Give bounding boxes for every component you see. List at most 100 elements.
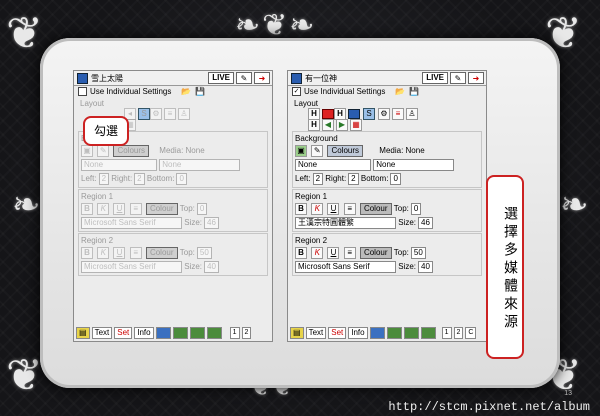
- live-button[interactable]: LIVE: [422, 72, 448, 84]
- colours-button[interactable]: Colours: [327, 145, 364, 157]
- bold-button[interactable]: B: [295, 247, 307, 260]
- slide-icon[interactable]: [189, 327, 205, 339]
- person-icon[interactable]: ♙: [406, 107, 418, 120]
- region2-heading: Region 2: [295, 236, 328, 246]
- bottom-margin-input[interactable]: 0: [390, 173, 401, 185]
- text-tab[interactable]: Text: [305, 327, 327, 339]
- up-arrow-icon[interactable]: [369, 327, 385, 339]
- left-arrow-icon[interactable]: ◀: [322, 118, 334, 131]
- font-select[interactable]: 王漢宗特圓體繁: [295, 217, 396, 230]
- down-arrow-icon[interactable]: [386, 327, 402, 339]
- bold-button[interactable]: B: [81, 203, 93, 216]
- page-c-button[interactable]: C: [465, 327, 477, 339]
- blue-swatch[interactable]: [348, 108, 360, 119]
- underline-button[interactable]: U: [327, 203, 340, 216]
- size-label: Size:: [398, 218, 417, 228]
- size-input[interactable]: 40: [418, 261, 433, 274]
- size-input[interactable]: 46: [204, 217, 219, 230]
- set-tab[interactable]: Set: [114, 327, 133, 339]
- gear-icon[interactable]: ⚙: [150, 107, 162, 120]
- live-button[interactable]: LIVE: [208, 72, 234, 84]
- background-select-1[interactable]: None: [295, 159, 371, 171]
- text-tab[interactable]: Text: [91, 327, 113, 339]
- colour-button[interactable]: Colour: [359, 247, 392, 260]
- gear-icon[interactable]: ⚙: [378, 107, 390, 120]
- italic-button[interactable]: K: [97, 247, 110, 260]
- slide-icon[interactable]: [403, 327, 419, 339]
- page-2-button[interactable]: 2: [241, 327, 252, 339]
- top-input[interactable]: 50: [410, 247, 426, 260]
- background-select-2[interactable]: None: [373, 159, 455, 171]
- edit-icon[interactable]: ✎: [450, 72, 466, 84]
- h-button-3[interactable]: H: [308, 118, 320, 131]
- bold-button[interactable]: B: [81, 247, 93, 260]
- background-select-1[interactable]: None: [81, 159, 157, 171]
- font-select[interactable]: Microsoft Sans Serif: [295, 261, 396, 274]
- size-input[interactable]: 40: [204, 261, 219, 274]
- colour-button[interactable]: Colour: [145, 247, 178, 260]
- picture-icon[interactable]: ▣: [295, 145, 307, 157]
- set-tab[interactable]: Set: [328, 327, 347, 339]
- right-margin-input[interactable]: 2: [348, 173, 359, 185]
- picture-icon[interactable]: ▣: [81, 145, 93, 157]
- pen-icon[interactable]: ✎: [311, 145, 324, 157]
- top-input[interactable]: 0: [410, 203, 422, 215]
- s-button[interactable]: S: [363, 107, 375, 120]
- s-button[interactable]: S: [138, 107, 150, 120]
- page-2-button[interactable]: 2: [453, 327, 464, 339]
- top-input[interactable]: 50: [196, 247, 212, 260]
- info-tab[interactable]: Info: [348, 327, 368, 339]
- italic-button[interactable]: K: [311, 203, 324, 216]
- note-icon[interactable]: ▤: [290, 327, 304, 339]
- font-select[interactable]: Microsoft Sans Serif: [81, 217, 182, 230]
- pen-icon[interactable]: ✎: [97, 145, 110, 157]
- italic-button[interactable]: K: [311, 247, 324, 260]
- edit-icon[interactable]: ✎: [236, 72, 252, 84]
- note-icon[interactable]: ▤: [76, 327, 90, 339]
- page-1-button[interactable]: 1: [441, 327, 452, 339]
- colour-button[interactable]: Colour: [145, 203, 178, 216]
- right-titlebar: 有一位神 LIVE ✎ ➜: [288, 71, 486, 86]
- align-icon[interactable]: ≡: [343, 247, 356, 260]
- save-icon[interactable]: 💾: [195, 87, 205, 96]
- forward-arrow-icon[interactable]: ➜: [254, 72, 270, 84]
- page-1-button[interactable]: 1: [229, 327, 240, 339]
- list-icon[interactable]: ≡: [392, 107, 404, 120]
- image-icon[interactable]: ▦: [350, 118, 362, 131]
- left-margin-input[interactable]: 2: [98, 173, 110, 185]
- region2-heading: Region 2: [81, 236, 114, 246]
- italic-button[interactable]: K: [97, 203, 110, 216]
- font-select[interactable]: Microsoft Sans Serif: [81, 261, 182, 274]
- use-individual-checkbox[interactable]: [78, 87, 87, 96]
- colour-button[interactable]: Colour: [359, 203, 392, 216]
- size-input[interactable]: 46: [418, 217, 433, 230]
- underline-button[interactable]: U: [113, 203, 126, 216]
- up-arrow-icon[interactable]: [155, 327, 171, 339]
- bold-button[interactable]: B: [295, 203, 307, 216]
- open-folder-icon[interactable]: 📂: [181, 87, 191, 96]
- size-label: Size:: [184, 218, 203, 228]
- underline-button[interactable]: U: [113, 247, 126, 260]
- align-icon[interactable]: ≡: [129, 203, 142, 216]
- right-margin-input[interactable]: 2: [134, 173, 145, 185]
- info-tab[interactable]: Info: [134, 327, 154, 339]
- red-swatch[interactable]: [322, 108, 334, 119]
- bottom-margin-input[interactable]: 0: [176, 173, 187, 185]
- colours-button[interactable]: Colours: [113, 145, 150, 157]
- open-folder-icon[interactable]: 📂: [395, 87, 405, 96]
- slide-icon-2[interactable]: [206, 327, 222, 339]
- forward-arrow-icon[interactable]: ➜: [468, 72, 484, 84]
- list-icon[interactable]: ≡: [164, 107, 176, 120]
- align-icon[interactable]: ≡: [129, 247, 142, 260]
- save-icon[interactable]: 💾: [409, 87, 419, 96]
- slide-icon-2[interactable]: [420, 327, 436, 339]
- down-arrow-icon[interactable]: [172, 327, 188, 339]
- top-input[interactable]: 0: [196, 203, 208, 215]
- underline-button[interactable]: U: [327, 247, 340, 260]
- align-icon[interactable]: ≡: [343, 203, 356, 216]
- person-icon[interactable]: ♙: [178, 107, 190, 120]
- use-individual-checkbox[interactable]: ✓: [292, 87, 301, 96]
- background-select-2[interactable]: None: [159, 159, 241, 171]
- right-arrow-icon[interactable]: ▶: [336, 118, 348, 131]
- left-margin-input[interactable]: 2: [312, 173, 324, 185]
